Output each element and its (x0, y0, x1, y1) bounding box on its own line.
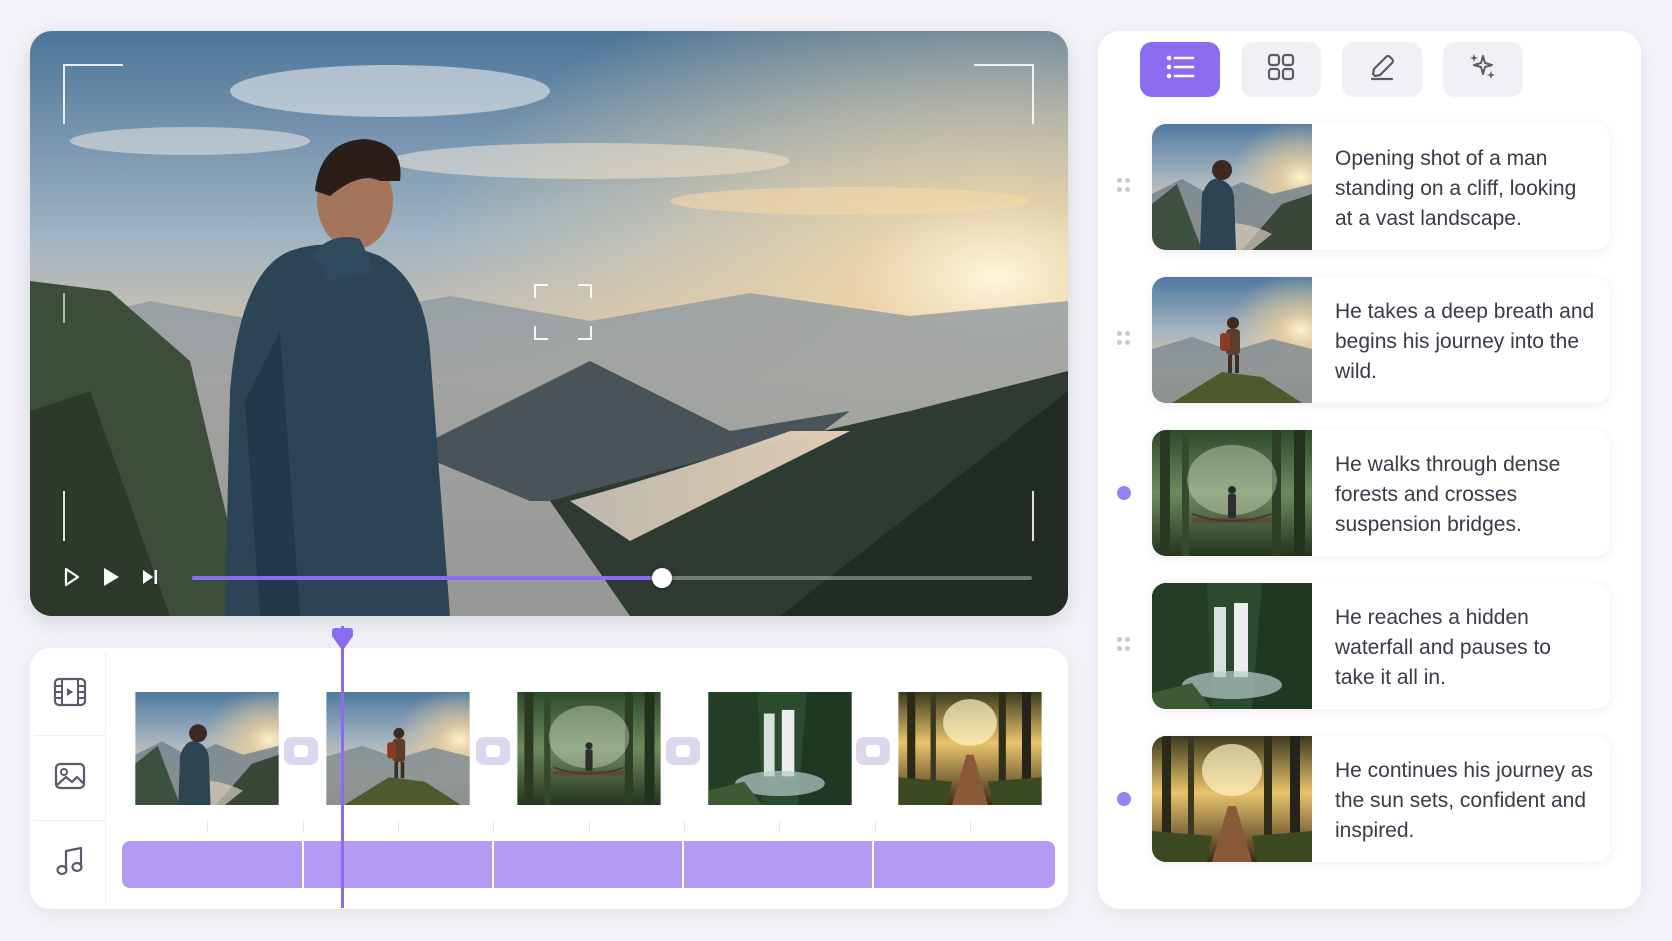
frame-corner-bottom-right (1032, 491, 1034, 541)
scene-card-5[interactable]: He continues his journey as the sun sets… (1152, 736, 1610, 862)
transition-marker-4[interactable] (856, 737, 890, 765)
scene-description: He walks through dense forests and cross… (1335, 453, 1561, 536)
timeline-clip-1[interactable] (122, 692, 292, 805)
scene-card-4[interactable]: He reaches a hidden waterfall and pauses… (1152, 583, 1610, 709)
grid-icon (1267, 53, 1295, 86)
scene-thumbnail (1152, 583, 1312, 709)
timeline-clip-5[interactable] (885, 692, 1055, 805)
frame-edge-left (63, 293, 65, 323)
audio-segment-1[interactable] (122, 841, 302, 888)
ruler-tick (207, 821, 208, 833)
transition-marker-1[interactable] (284, 737, 318, 765)
skip-next-icon[interactable] (138, 563, 162, 591)
scene-status-dot (1117, 486, 1131, 500)
scene-thumbnail (1152, 124, 1312, 250)
scene-card-1[interactable]: Opening shot of a man standing on a clif… (1152, 124, 1610, 250)
drag-handle-icon[interactable] (1117, 331, 1131, 347)
ruler-tick (398, 821, 399, 833)
frame-corner-top-right (974, 64, 1034, 124)
frame-corner-top-left (63, 64, 123, 124)
music-icon[interactable] (34, 820, 106, 900)
film-icon[interactable] (34, 652, 106, 732)
play-icon[interactable] (98, 563, 124, 591)
storyboard-panel: Opening shot of a man standing on a clif… (1098, 31, 1641, 909)
audio-segment-2[interactable] (304, 841, 492, 888)
audio-segment-5[interactable] (874, 841, 1055, 888)
scene-description: He continues his journey as the sun sets… (1335, 759, 1593, 842)
edit-icon (1368, 53, 1396, 86)
edit-button[interactable] (1342, 42, 1422, 97)
ai-generate-button[interactable] (1443, 42, 1523, 97)
ruler-tick (875, 821, 876, 833)
video-preview[interactable] (30, 31, 1068, 616)
grid-view-button[interactable] (1241, 42, 1321, 97)
scene-description: He reaches a hidden waterfall and pauses… (1335, 606, 1551, 689)
audio-segment-4[interactable] (684, 841, 872, 888)
scene-thumbnail (1152, 736, 1312, 862)
list-icon (1165, 54, 1195, 85)
transition-marker-3[interactable] (666, 737, 700, 765)
transition-marker-2[interactable] (476, 737, 510, 765)
scene-card-2[interactable]: He takes a deep breath and begins his jo… (1152, 277, 1610, 403)
scene-card-3[interactable]: He walks through dense forests and cross… (1152, 430, 1610, 556)
image-icon[interactable] (34, 735, 106, 815)
frame-corner-bottom-left (63, 491, 65, 541)
list-view-button[interactable] (1140, 42, 1220, 97)
playhead-handle[interactable] (330, 628, 355, 652)
playhead-line (341, 626, 344, 908)
scene-thumbnail (1152, 430, 1312, 556)
timeline-clip-3[interactable] (504, 692, 674, 805)
scene-status-dot (1117, 792, 1131, 806)
sparkle-icon (1468, 52, 1498, 87)
focus-reticle (534, 284, 592, 340)
timeline-panel (30, 626, 1068, 909)
timeline-tool-rail (34, 652, 106, 905)
ruler-tick (303, 821, 304, 833)
ruler-tick (970, 821, 971, 833)
scene-thumbnail (1152, 277, 1312, 403)
ruler-tick (589, 821, 590, 833)
timeline-clip-4[interactable] (695, 692, 865, 805)
progress-bar[interactable] (192, 568, 1032, 588)
ruler-tick (684, 821, 685, 833)
timeline-clip-2[interactable] (313, 692, 483, 805)
ruler-tick (779, 821, 780, 833)
drag-handle-icon[interactable] (1117, 178, 1131, 194)
scene-description: He takes a deep breath and begins his jo… (1335, 300, 1595, 383)
drag-handle-icon[interactable] (1117, 637, 1131, 653)
ruler-tick (493, 821, 494, 833)
play-outline-icon[interactable] (60, 563, 84, 591)
scene-description: Opening shot of a man standing on a clif… (1335, 147, 1577, 230)
progress-fill (192, 576, 663, 580)
audio-segment-3[interactable] (494, 841, 682, 888)
